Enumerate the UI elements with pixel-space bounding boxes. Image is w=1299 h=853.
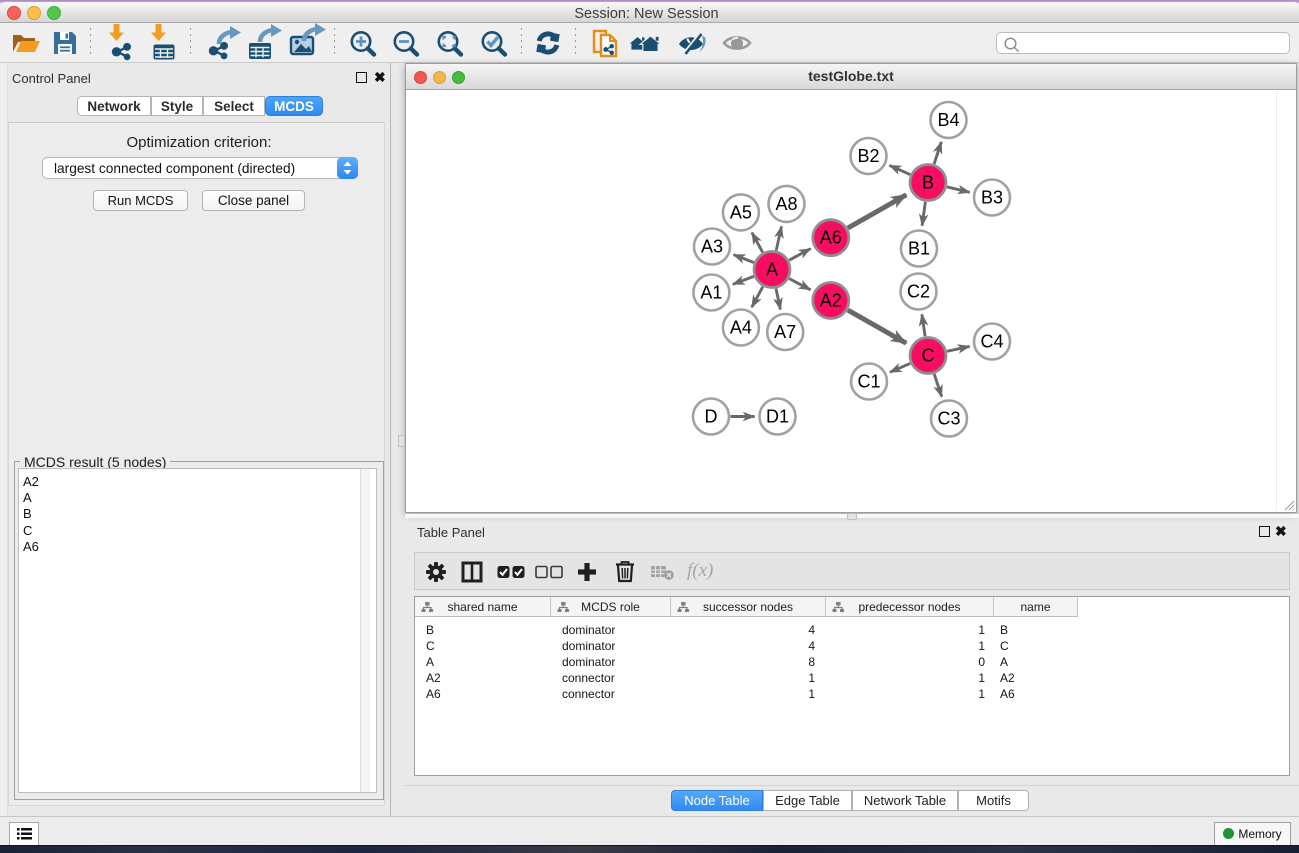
svg-text:C3: C3 [937,409,960,429]
svg-text:B: B [922,173,934,193]
svg-text:A2: A2 [820,291,842,311]
svg-text:A4: A4 [730,318,752,338]
svg-text:C: C [922,346,935,366]
svg-text:C2: C2 [907,282,930,302]
svg-text:A8: A8 [775,194,797,214]
svg-text:A3: A3 [701,237,723,257]
svg-text:B2: B2 [857,146,879,166]
svg-text:A1: A1 [700,283,722,303]
svg-text:C1: C1 [857,372,880,392]
svg-text:A5: A5 [730,202,752,222]
svg-text:D1: D1 [766,407,789,427]
svg-text:A7: A7 [774,322,796,342]
svg-text:C4: C4 [980,332,1003,352]
svg-text:B3: B3 [981,188,1003,208]
svg-text:A6: A6 [820,228,842,248]
svg-text:A: A [766,260,778,280]
svg-text:B4: B4 [937,110,959,130]
svg-text:B1: B1 [908,239,930,259]
svg-text:D: D [705,407,718,427]
